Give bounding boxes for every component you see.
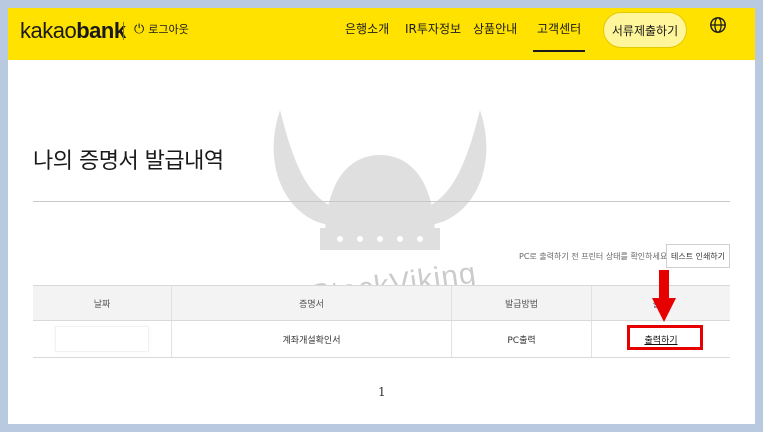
- column-header-method: 발급방법: [452, 286, 592, 320]
- top-navigation-bar: kakaobank ⏻ 로그아웃 은행소개 IR투자정보 상품안내 고객센터 서…: [8, 8, 755, 60]
- printer-notice: PC로 출력하기 전 프린터 상태를 확인하세요.: [519, 252, 670, 261]
- kakaobank-logo[interactable]: kakaobank: [20, 18, 126, 44]
- nav-customer-center[interactable]: 고객센터: [532, 20, 586, 52]
- certificate-cell: 계좌개설확인서: [172, 321, 452, 357]
- submit-documents-button[interactable]: 서류제출하기: [603, 12, 687, 48]
- certificate-history-table: 날짜 증명서 발급방법 출력 계좌개설확인서 PC출력 출력하기: [33, 285, 730, 358]
- date-cell: [33, 321, 172, 357]
- highlight-box: [627, 325, 703, 350]
- logout-label: 로그아웃: [148, 23, 189, 36]
- pagination-page[interactable]: 1: [378, 385, 386, 399]
- table-row: 계좌개설확인서 PC출력 출력하기: [33, 321, 730, 358]
- column-header-date: 날짜: [33, 286, 172, 320]
- nav-bank-intro[interactable]: 은행소개: [345, 20, 389, 37]
- down-arrow-icon: [652, 270, 676, 322]
- method-cell: PC출력: [452, 321, 592, 357]
- logout-button[interactable]: ⏻ 로그아웃: [134, 21, 189, 37]
- logo-text-bold: bank: [76, 18, 126, 43]
- nav-products[interactable]: 상품안내: [473, 20, 517, 37]
- test-print-button[interactable]: 테스트 인쇄하기: [666, 244, 730, 268]
- column-header-certificate: 증명서: [172, 286, 452, 320]
- title-divider: [33, 201, 730, 202]
- logo-text-light: kakao: [20, 18, 77, 43]
- divider: [123, 22, 124, 40]
- globe-icon[interactable]: [709, 16, 727, 34]
- page-title: 나의 증명서 발급내역: [33, 149, 224, 174]
- nav-ir-info[interactable]: IR투자정보: [405, 20, 461, 37]
- redacted-date: [55, 326, 149, 352]
- table-header-row: 날짜 증명서 발급방법 출력: [33, 285, 730, 321]
- window-frame: [0, 0, 763, 432]
- power-icon: ⏻: [134, 21, 145, 37]
